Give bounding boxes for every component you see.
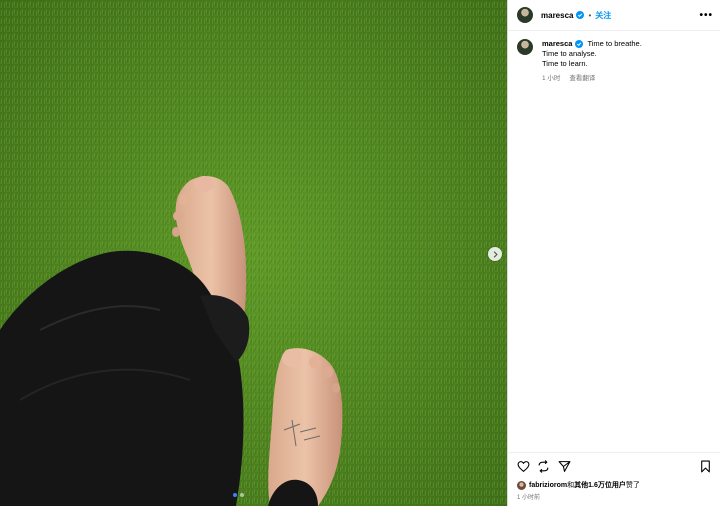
author-avatar[interactable] xyxy=(517,7,533,23)
post-viewer: maresca • 关注 ••• maresca Time to breathe… xyxy=(0,0,720,506)
liked-by-suffix: 赞了 xyxy=(625,482,640,489)
carousel-dot-active xyxy=(233,493,237,497)
caption-line: Time to learn. xyxy=(542,59,588,68)
liked-by-row: fabriziorom 和 其他1.6万位用户 赞了 xyxy=(517,480,640,490)
author-username[interactable]: maresca xyxy=(541,11,573,20)
caption-author-avatar[interactable] xyxy=(517,39,533,55)
follow-button[interactable]: 关注 xyxy=(595,10,611,21)
post-media[interactable] xyxy=(0,0,507,506)
caption-meta: 1 小时 查看翻译 xyxy=(542,72,595,82)
bookmark-icon[interactable] xyxy=(699,460,712,473)
carousel-next-button[interactable] xyxy=(488,247,502,261)
post-actions xyxy=(508,452,720,479)
post-side-panel: maresca • 关注 ••• maresca Time to breathe… xyxy=(507,0,720,506)
more-options-icon[interactable]: ••• xyxy=(699,10,713,21)
repost-icon[interactable] xyxy=(537,460,550,473)
verified-badge-icon xyxy=(576,11,585,19)
caption-username[interactable]: maresca xyxy=(542,39,572,49)
see-translation-link[interactable]: 查看翻译 xyxy=(569,72,595,82)
liker-username[interactable]: fabriziorom xyxy=(529,482,567,489)
liked-by-others-link[interactable]: 其他1.6万位用户 xyxy=(574,480,626,490)
caption-line: Time to analyse. xyxy=(542,49,597,58)
heart-icon[interactable] xyxy=(517,460,530,473)
caption-text: maresca Time to breathe. Time to analyse… xyxy=(542,39,642,69)
chevron-right-icon xyxy=(493,250,498,258)
post-header: maresca • 关注 ••• xyxy=(508,0,720,31)
caption-line: Time to breathe. xyxy=(587,39,642,48)
caption-first-row: maresca Time to breathe. xyxy=(542,39,642,49)
liker-avatar[interactable] xyxy=(517,480,526,490)
verified-badge-icon xyxy=(575,40,584,48)
post-timestamp[interactable]: 1 小时前 xyxy=(517,492,540,501)
carousel-indicator xyxy=(233,493,244,497)
header-separator: • xyxy=(588,10,592,20)
carousel-dot xyxy=(240,493,244,497)
send-icon[interactable] xyxy=(558,460,571,473)
post-caption: maresca Time to breathe. Time to analyse… xyxy=(517,39,717,69)
caption-time: 1 小时 xyxy=(542,75,561,82)
post-photo xyxy=(0,0,507,506)
liked-by-connector: 和 xyxy=(567,482,575,489)
